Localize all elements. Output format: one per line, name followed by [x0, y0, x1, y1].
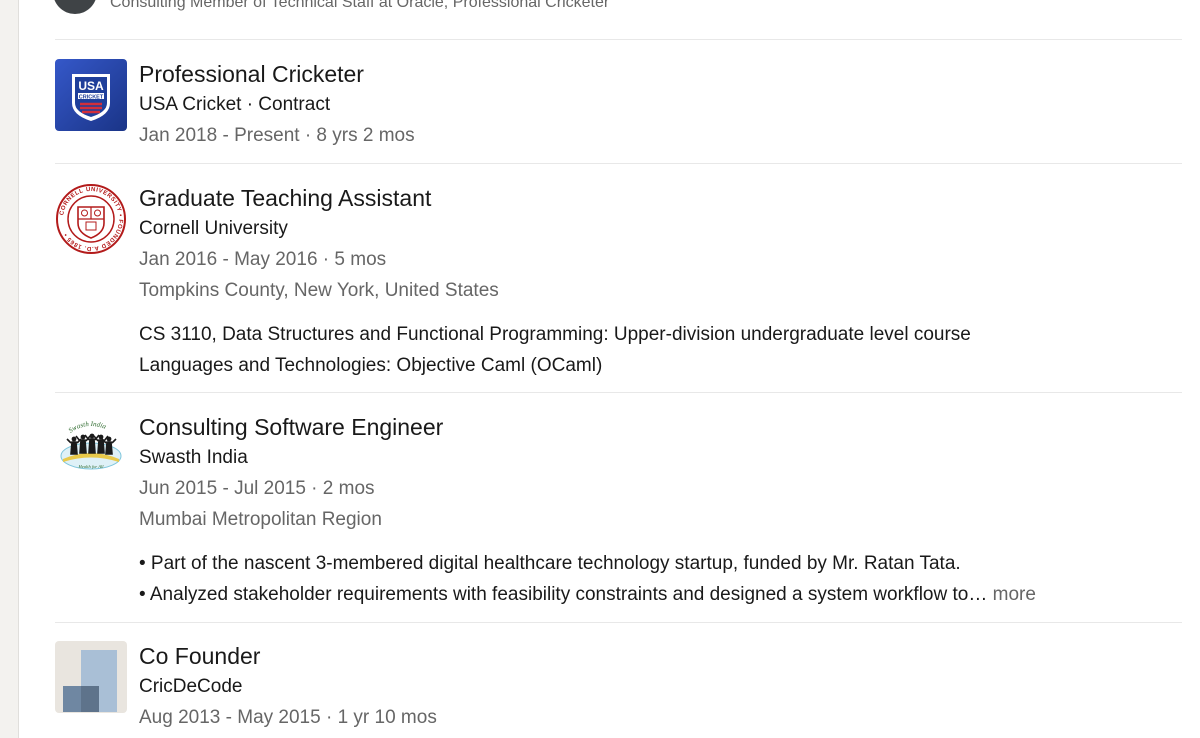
date-range: Jan 2018 - Present · 8 yrs 2 mos: [139, 125, 415, 146]
svg-text:CRICKET: CRICKET: [79, 94, 104, 100]
description-line: CS 3110, Data Structures and Functional …: [139, 324, 971, 345]
company-line: USA Cricket · Contract: [139, 94, 331, 115]
date-range: Jan 2016 - May 2016 · 5 mos: [139, 249, 387, 270]
divider: [55, 392, 1182, 393]
divider: [55, 622, 1182, 623]
company-placeholder-logo[interactable]: [55, 641, 127, 713]
divider: [55, 39, 1182, 40]
cornell-university-seal[interactable]: CORNELL UNIVERSITY • FOUNDED A.D. 1865 •: [55, 183, 127, 255]
job-title: Professional Cricketer: [139, 61, 364, 87]
job-title: Co Founder: [139, 643, 261, 669]
profile-avatar[interactable]: [53, 0, 97, 14]
company-line: Cornell University: [139, 218, 288, 239]
see-more-link[interactable]: more: [993, 584, 1036, 605]
svg-text:USA: USA: [78, 79, 104, 93]
description-line: • Part of the nascent 3-membered digital…: [139, 553, 961, 574]
description-line: Languages and Technologies: Objective Ca…: [139, 355, 603, 376]
description-line-truncated: • Analyzed stakeholder requirements with…: [139, 579, 1182, 610]
job-description: CS 3110, Data Structures and Functional …: [139, 319, 1182, 381]
svg-text:Health for All: Health for All: [78, 464, 105, 469]
description-line: • Analyzed stakeholder requirements with…: [139, 584, 988, 605]
experience-card: Consulting Member of Technical Staff at …: [18, 0, 1200, 738]
company-line: Swasth India: [139, 447, 248, 468]
job-title: Graduate Teaching Assistant: [139, 185, 432, 211]
swasth-india-logo[interactable]: Swasth India Health for All: [55, 412, 127, 484]
company-line: CricDeCode: [139, 676, 243, 697]
location: Tompkins County, New York, United States: [139, 280, 499, 301]
date-range: Aug 2013 - May 2015 · 1 yr 10 mos: [139, 707, 437, 728]
date-range: Jun 2015 - Jul 2015 · 2 mos: [139, 478, 375, 499]
location: Mumbai Metropolitan Region: [139, 509, 382, 530]
profile-headline: Consulting Member of Technical Staff at …: [110, 0, 610, 11]
job-title: Consulting Software Engineer: [139, 414, 444, 440]
job-description: • Part of the nascent 3-membered digital…: [139, 548, 1182, 610]
divider: [55, 163, 1182, 164]
usa-cricket-logo[interactable]: USA CRICKET: [55, 59, 127, 131]
